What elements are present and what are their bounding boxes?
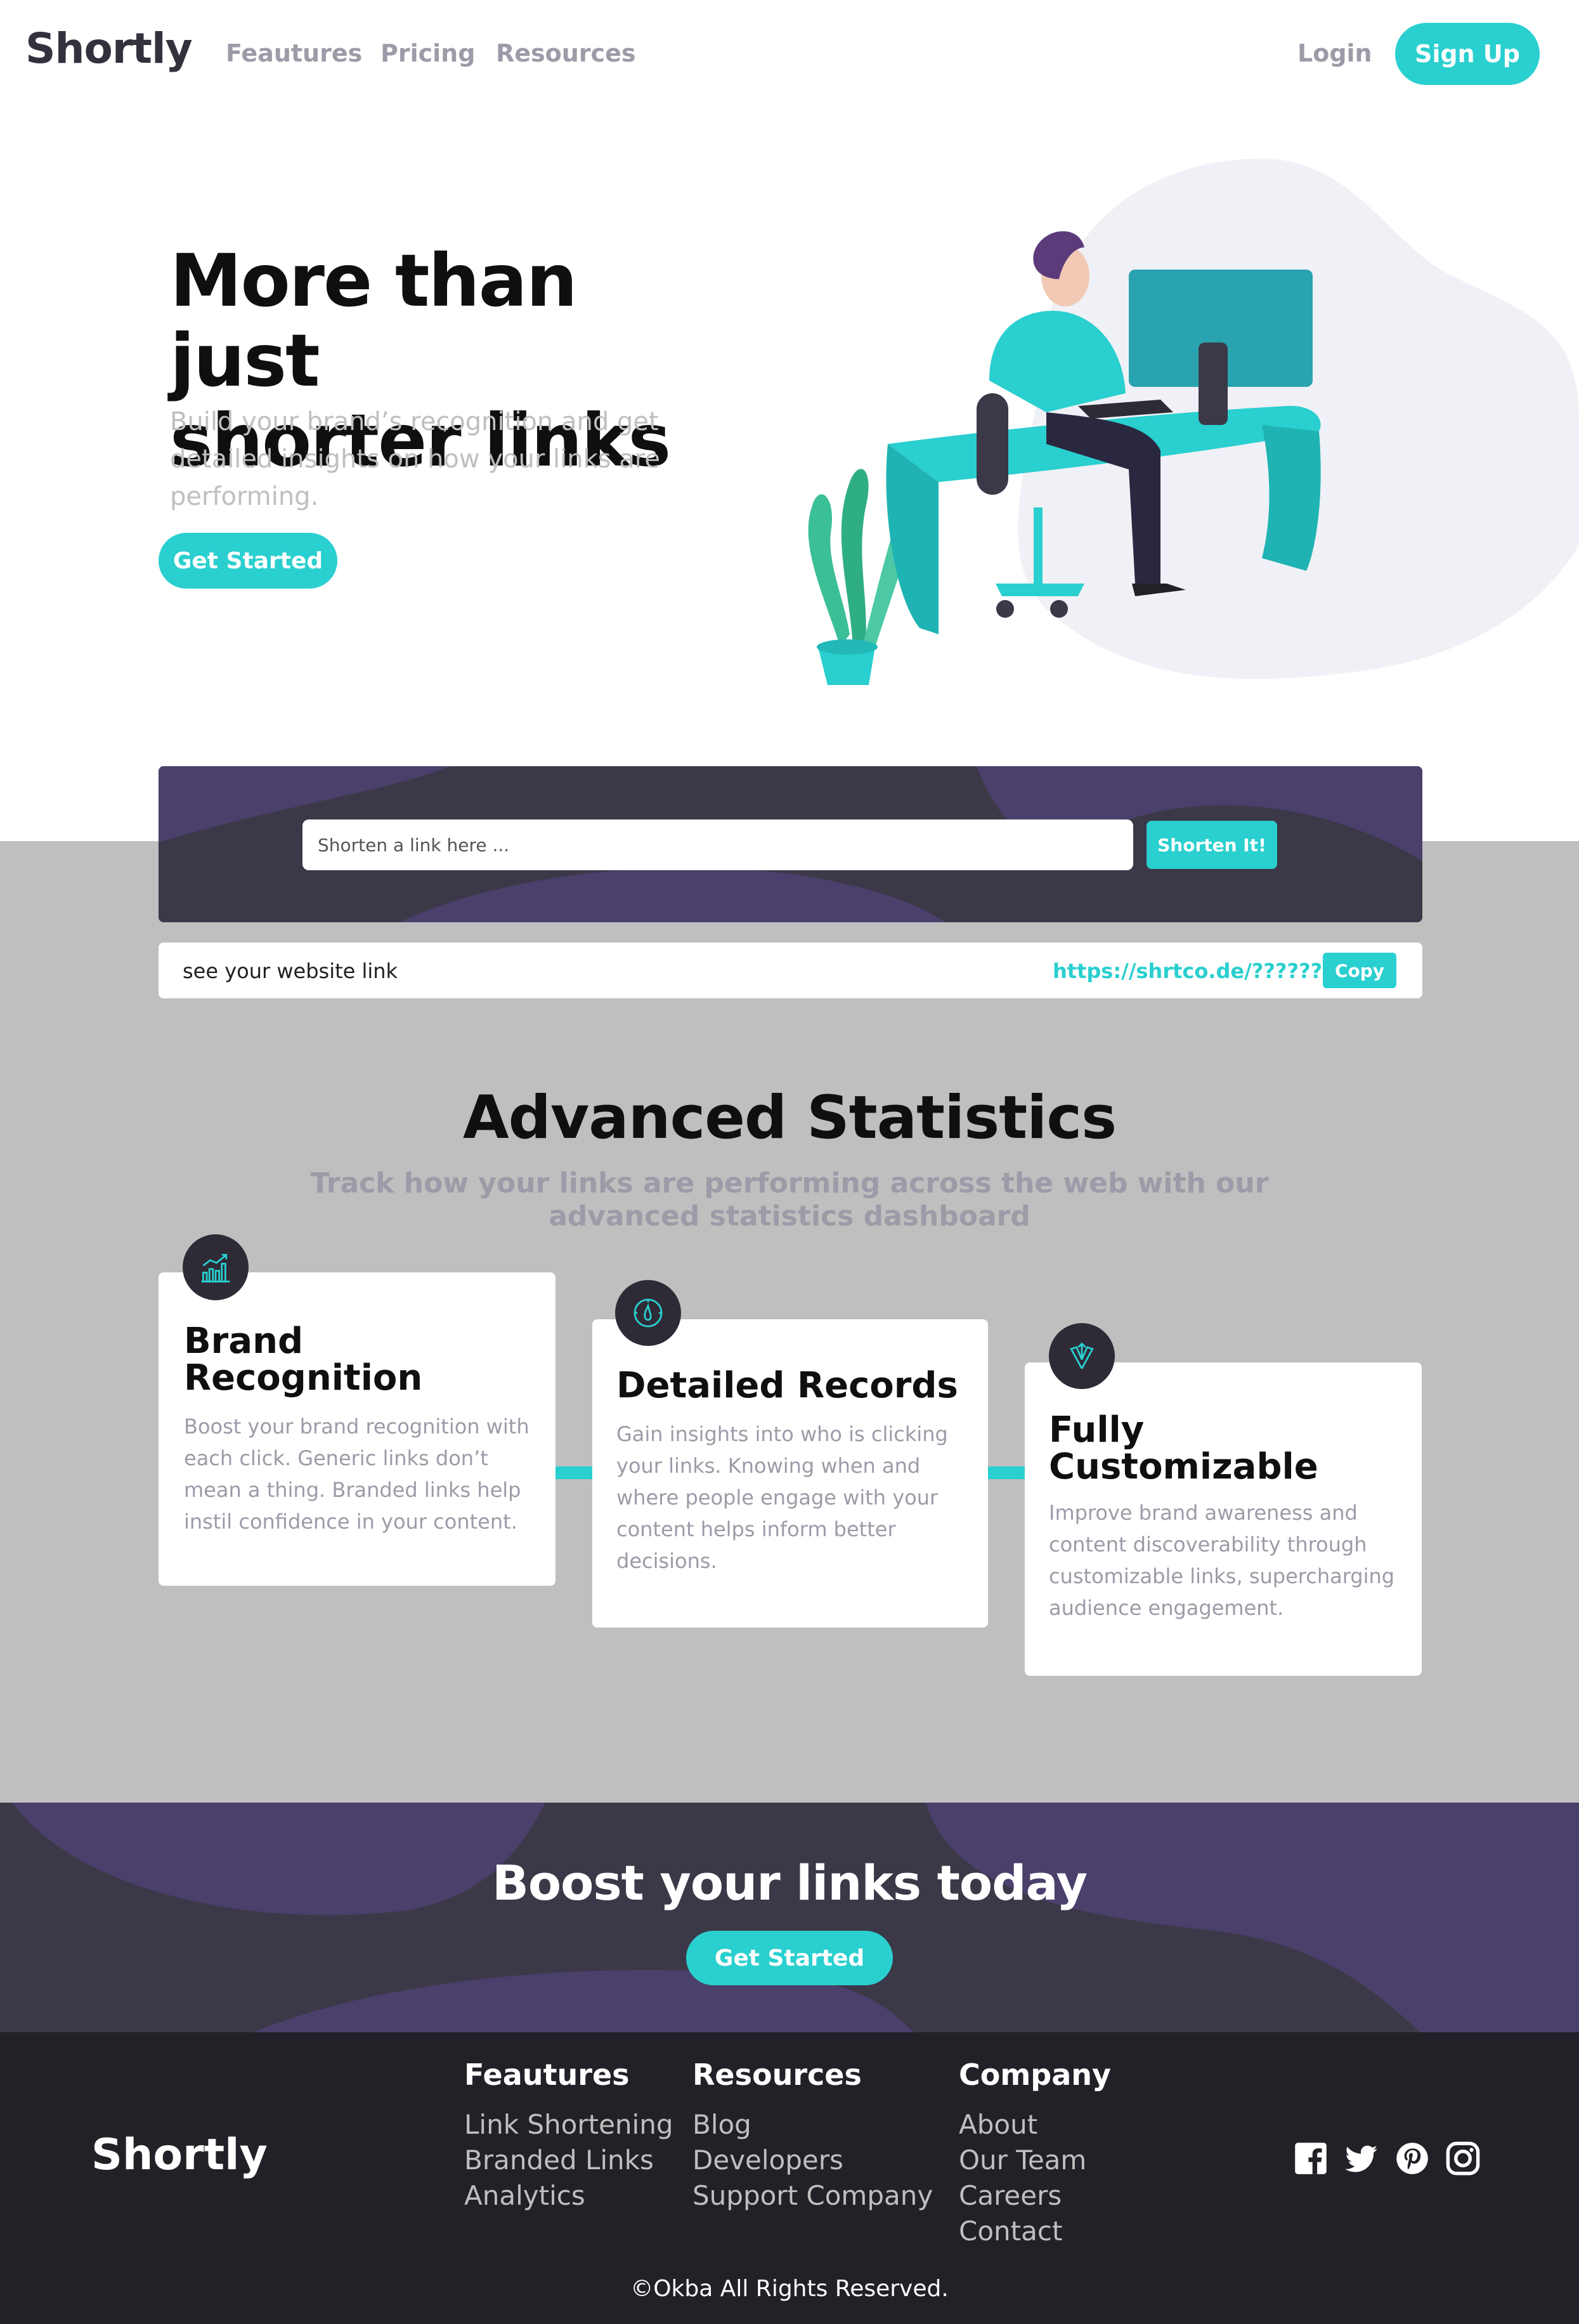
feature-card-detailed-records: Detailed Records Gain insights into who …	[592, 1319, 988, 1628]
footer-heading: Feautures	[464, 2058, 630, 2092]
facebook-icon[interactable]	[1294, 2141, 1328, 2176]
footer-column-features: Feautures Link Shortening Branded Links …	[464, 2058, 673, 2214]
card-title: Fully Customizable	[1049, 1409, 1318, 1487]
nav-features[interactable]: Feautures	[226, 39, 362, 67]
card-title: Detailed Records	[616, 1365, 958, 1406]
hero-illustration	[808, 159, 1579, 685]
hero-subtitle: Build your brand’s recognition and get d…	[170, 407, 660, 511]
statistics-title: Advanced Statistics	[462, 1083, 1117, 1152]
nav-pricing[interactable]: Pricing	[380, 39, 475, 67]
original-link-text: see your website link	[183, 959, 398, 983]
shorten-form: Shorten It!	[159, 766, 1422, 922]
twitter-icon[interactable]	[1344, 2141, 1379, 2176]
nav-resources[interactable]: Resources	[496, 39, 635, 67]
footer-column-resources: Resources Blog Developers Support Compan…	[692, 2058, 933, 2214]
card-connector	[556, 1466, 592, 1479]
feature-card-brand-recognition: Brand Recognition Boost your brand recog…	[159, 1272, 556, 1586]
header-logo[interactable]: Shortly	[25, 24, 193, 73]
boost-get-started-button[interactable]: Get Started	[686, 1931, 893, 1985]
copyright-text: ©Okba All Rights Reserved.	[630, 2276, 949, 2302]
feature-card-fully-customizable: Fully Customizable Improve brand awarene…	[1025, 1362, 1422, 1676]
hero-get-started-button[interactable]: Get Started	[159, 533, 337, 589]
footer-link[interactable]: Developers	[692, 2143, 933, 2178]
statistics-subtitle: Track how your links are performing acro…	[310, 1167, 1269, 1232]
footer-link[interactable]: Careers	[959, 2178, 1111, 2214]
instagram-icon[interactable]	[1446, 2141, 1480, 2176]
footer-link[interactable]: Analytics	[464, 2178, 673, 2214]
footer-link[interactable]: Our Team	[959, 2143, 1111, 2178]
login-link[interactable]: Login	[1297, 39, 1372, 67]
boost-section	[0, 1803, 1579, 2032]
card-text: Boost your brand recognition with each c…	[184, 1414, 530, 1534]
card-title: Brand Recognition	[184, 1321, 423, 1399]
boost-title: Boost your links today	[491, 1855, 1088, 1911]
hero-title-line1: More than just	[170, 238, 578, 403]
footer-link[interactable]: Blog	[692, 2107, 933, 2143]
footer-link[interactable]: About	[959, 2107, 1111, 2143]
shorten-it-button[interactable]: Shorten It!	[1147, 821, 1277, 869]
footer-link[interactable]: Support Company	[692, 2178, 933, 2214]
pinterest-icon[interactable]	[1395, 2141, 1429, 2176]
card-connector	[988, 1466, 1025, 1479]
footer-link[interactable]: Branded Links	[464, 2143, 673, 2178]
footer-link[interactable]: Link Shortening	[464, 2107, 673, 2143]
footer-heading: Resources	[692, 2058, 862, 2092]
footer-logo[interactable]: Shortly	[91, 2130, 268, 2180]
footer-column-company: Company About Our Team Careers Contact	[959, 2058, 1111, 2249]
footer-link[interactable]: Contact	[959, 2214, 1111, 2249]
footer-heading: Company	[959, 2058, 1111, 2092]
boost-bg-pattern	[0, 1803, 1579, 2032]
shortened-link-result: see your website link https://shrtco.de/…	[159, 943, 1422, 998]
card-text: Improve brand awareness and content disc…	[1049, 1501, 1395, 1620]
short-link-text[interactable]: https://shrtco.de/??????	[1053, 959, 1322, 983]
copy-button[interactable]: Copy	[1323, 953, 1396, 988]
signup-button[interactable]: Sign Up	[1395, 23, 1540, 85]
brand-recognition-icon	[183, 1234, 249, 1300]
card-text: Gain insights into who is clicking your …	[616, 1422, 948, 1573]
detailed-records-icon	[615, 1280, 681, 1346]
shorten-link-input[interactable]	[302, 819, 1133, 870]
fully-customizable-icon	[1049, 1323, 1115, 1389]
